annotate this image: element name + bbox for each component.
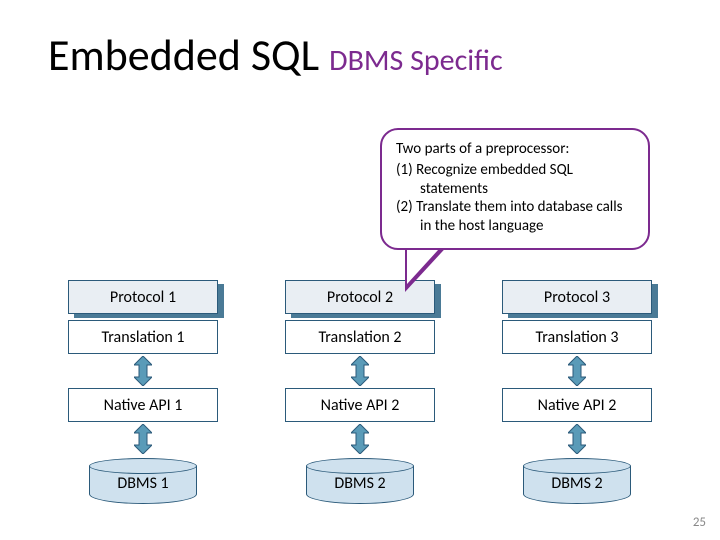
dbms-cylinder: DBMS 2 bbox=[306, 458, 414, 508]
callout-list: (1) Recognize embedded SQL statements (2… bbox=[396, 161, 634, 236]
protocol-box: Protocol 3 bbox=[502, 280, 652, 314]
dbms-label: DBMS 2 bbox=[523, 474, 631, 493]
title-sub: DBMS Specific bbox=[329, 42, 503, 79]
page-number: 25 bbox=[693, 515, 706, 530]
double-arrow-icon bbox=[134, 424, 152, 454]
native-api-box: Native API 1 bbox=[68, 388, 218, 422]
double-arrow-icon bbox=[568, 356, 586, 386]
callout-item: (1) Recognize embedded SQL statements bbox=[396, 161, 634, 199]
column-2: Protocol 2 Translation 2 Native API 2 DB… bbox=[275, 280, 445, 508]
translation-box: Translation 2 bbox=[285, 320, 435, 354]
dbms-label: DBMS 1 bbox=[89, 474, 197, 493]
callout-item: (2) Translate them into database calls i… bbox=[396, 198, 634, 236]
callout-heading: Two parts of a preprocessor: bbox=[396, 140, 634, 159]
native-api-box: Native API 2 bbox=[502, 388, 652, 422]
protocol-box: Protocol 1 bbox=[68, 280, 218, 314]
dbms-cylinder: DBMS 1 bbox=[89, 458, 197, 508]
double-arrow-icon bbox=[134, 356, 152, 386]
column-1: Protocol 1 Translation 1 Native API 1 DB… bbox=[58, 280, 228, 508]
dbms-cylinder: DBMS 2 bbox=[523, 458, 631, 508]
title-main: Embedded SQL bbox=[48, 28, 319, 82]
double-arrow-icon bbox=[351, 424, 369, 454]
translation-box: Translation 3 bbox=[502, 320, 652, 354]
column-3: Protocol 3 Translation 3 Native API 2 DB… bbox=[492, 280, 662, 508]
double-arrow-icon bbox=[568, 424, 586, 454]
double-arrow-icon bbox=[351, 356, 369, 386]
native-api-box: Native API 2 bbox=[285, 388, 435, 422]
columns-container: Protocol 1 Translation 1 Native API 1 DB… bbox=[58, 280, 662, 508]
translation-box: Translation 1 bbox=[68, 320, 218, 354]
callout-box: Two parts of a preprocessor: (1) Recogni… bbox=[380, 128, 650, 250]
dbms-label: DBMS 2 bbox=[306, 474, 414, 493]
slide-title: Embedded SQL DBMS Specific bbox=[48, 28, 503, 82]
